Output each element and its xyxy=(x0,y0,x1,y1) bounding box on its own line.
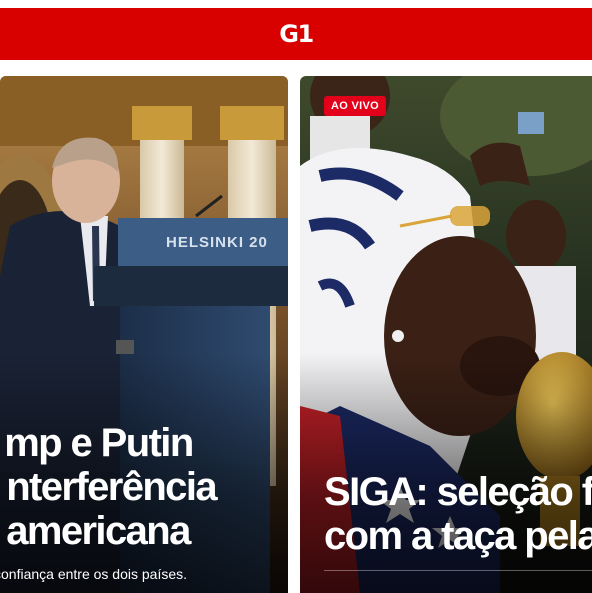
headline-line: americana xyxy=(6,509,191,553)
news-card-putin[interactable]: HELSINKI 20 mp e Putin nterferência amer… xyxy=(0,76,288,593)
g1-logo[interactable]: G1 xyxy=(279,20,314,48)
headline-line: nterferência xyxy=(6,465,217,509)
headline-line: SIGA: seleção fr xyxy=(324,470,592,514)
headline-line: com a taça pela xyxy=(324,514,592,558)
summary-text: confiança entre os dois países. xyxy=(0,566,188,582)
headline-line: mp e Putin xyxy=(4,421,194,465)
news-card-selecao[interactable]: AO VIVO SIGA: seleção fr com a taça pela xyxy=(300,76,592,593)
podium-text: HELSINKI 20 xyxy=(166,234,268,251)
headline-putin[interactable]: mp e Putin nterferência americana xyxy=(4,421,217,553)
headline-selecao[interactable]: SIGA: seleção fr com a taça pela xyxy=(324,470,592,558)
site-header: G1 xyxy=(0,8,592,60)
live-badge: AO VIVO xyxy=(324,96,386,116)
divider xyxy=(324,570,592,571)
